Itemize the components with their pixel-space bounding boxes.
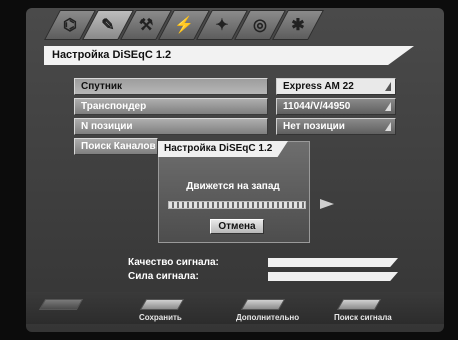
motor-progress-bar: [168, 201, 306, 209]
advanced-label: Дополнительно: [236, 313, 300, 322]
transponder-value: 11044/V/44950: [283, 101, 351, 112]
save-label: Сохранить: [139, 313, 182, 322]
wrench-icon: ✎: [101, 17, 115, 34]
dialog-message: Движется на запад: [186, 181, 280, 192]
green-key-icon[interactable]: [139, 299, 185, 310]
select-arrow-icon: [385, 82, 391, 91]
signal-icon: ✦: [215, 17, 229, 34]
signal-strength-bar: [268, 272, 398, 281]
tool-icon: ⚒: [138, 17, 154, 34]
dialog-title: Настройка DiSEqC 1.2: [158, 141, 288, 157]
disk-icon: ◎: [253, 17, 267, 34]
satellite-value: Express AM 22: [283, 81, 354, 92]
signal-quality-bar: [268, 258, 398, 267]
menu-item-position[interactable]: N позиции: [74, 118, 268, 135]
transponder-select[interactable]: 11044/V/44950: [276, 98, 396, 115]
page-title: Настройка DiSEqC 1.2: [44, 46, 414, 65]
progress-fill: [169, 202, 305, 208]
menu-item-transponder[interactable]: Транспондер: [74, 98, 268, 115]
blue-key-icon[interactable]: [336, 299, 382, 310]
yellow-key-icon[interactable]: [240, 299, 286, 310]
antenna-icon: ⚡: [174, 17, 194, 34]
cancel-button[interactable]: Отмена: [210, 219, 264, 234]
position-select[interactable]: Нет позиции: [276, 118, 396, 135]
red-key-icon[interactable]: [38, 299, 84, 310]
signal-search-label: Поиск сигнала: [334, 313, 392, 322]
tab-bar: ⌬ ✎ ⚒ ⚡ ✦ ◎ ✱: [44, 10, 324, 40]
settings-icon: ✱: [291, 17, 305, 34]
direction-arrow-icon: [320, 199, 334, 209]
signal-strength-label: Сила сигнала:: [128, 271, 199, 282]
satellite-select[interactable]: Express AM 22: [276, 78, 396, 95]
select-arrow-icon: [385, 122, 391, 131]
search-channels-button[interactable]: Поиск Каналов: [74, 138, 158, 155]
satellite-dish-icon: ⌬: [63, 17, 77, 34]
signal-quality-label: Качество сигнала:: [128, 257, 219, 268]
select-arrow-icon: [385, 102, 391, 111]
menu-item-satellite[interactable]: Спутник: [74, 78, 268, 95]
position-value: Нет позиции: [283, 121, 345, 132]
